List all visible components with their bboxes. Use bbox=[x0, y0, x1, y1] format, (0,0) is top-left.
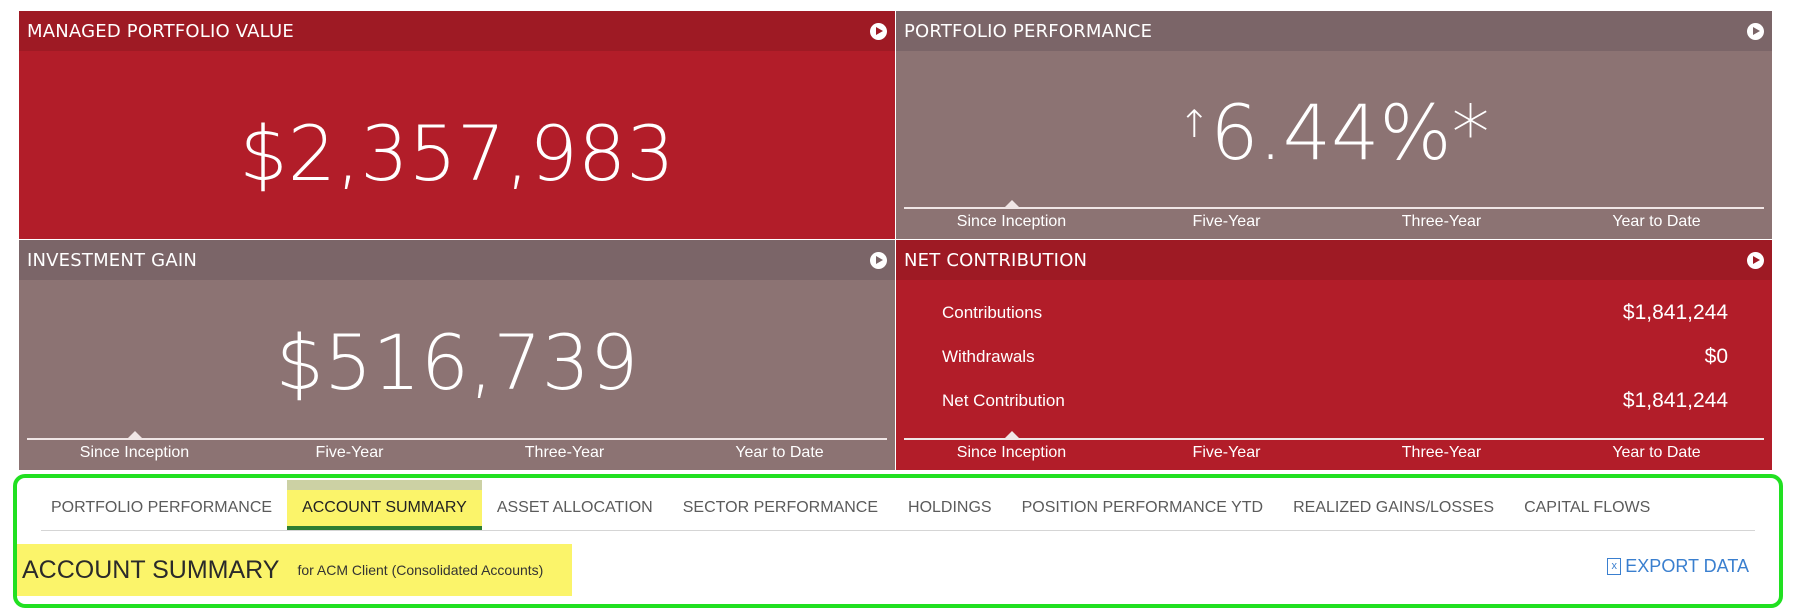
period-three-year[interactable]: Three-Year bbox=[1334, 209, 1549, 239]
investment-gain-tile: INVESTMENT GAIN $516,739 Since Inception… bbox=[19, 240, 895, 470]
tile-title: MANAGED PORTFOLIO VALUE bbox=[27, 20, 294, 42]
report-section: PORTFOLIO PERFORMANCE ACCOUNT SUMMARY AS… bbox=[13, 474, 1783, 608]
period-three-year[interactable]: Three-Year bbox=[457, 440, 672, 470]
tab-account-summary[interactable]: ACCOUNT SUMMARY bbox=[287, 480, 482, 530]
tile-header: NET CONTRIBUTION bbox=[896, 240, 1772, 280]
row-value: $0 bbox=[1704, 345, 1728, 368]
tile-title: NET CONTRIBUTION bbox=[904, 249, 1088, 271]
excel-file-icon: x bbox=[1607, 558, 1622, 575]
period-five-year[interactable]: Five-Year bbox=[1119, 209, 1334, 239]
period-since-inception[interactable]: Since Inception bbox=[27, 431, 242, 470]
period-year-to-date[interactable]: Year to Date bbox=[672, 440, 887, 470]
period-selector: Since Inception Five-Year Three-Year Yea… bbox=[27, 431, 887, 470]
row-label: Net Contribution bbox=[942, 391, 1065, 410]
period-selector: Since Inception Five-Year Three-Year Yea… bbox=[904, 431, 1764, 470]
tab-asset-allocation[interactable]: ASSET ALLOCATION bbox=[482, 490, 668, 530]
tile-title: PORTFOLIO PERFORMANCE bbox=[904, 20, 1153, 42]
period-since-inception[interactable]: Since Inception bbox=[904, 200, 1119, 239]
section-subtitle: for ACM Client (Consolidated Accounts) bbox=[297, 562, 544, 578]
period-five-year[interactable]: Five-Year bbox=[1119, 440, 1334, 470]
tabs-divider bbox=[41, 530, 1755, 531]
up-arrow-icon: ↑ bbox=[1178, 102, 1211, 146]
tab-sector-performance[interactable]: SECTOR PERFORMANCE bbox=[668, 490, 893, 530]
managed-portfolio-value-tile: MANAGED PORTFOLIO VALUE $2,357,983 bbox=[19, 11, 895, 239]
arrow-right-circle-icon[interactable] bbox=[870, 251, 887, 269]
tab-capital-flows[interactable]: CAPITAL FLOWS bbox=[1509, 490, 1665, 530]
tile-title: INVESTMENT GAIN bbox=[27, 249, 198, 271]
investment-gain-value: $516,739 bbox=[275, 318, 639, 407]
tile-header: MANAGED PORTFOLIO VALUE bbox=[19, 11, 895, 51]
contribution-row: Net Contribution $1,841,244 bbox=[942, 379, 1728, 423]
export-label: EXPORT DATA bbox=[1625, 556, 1749, 576]
arrow-right-circle-icon[interactable] bbox=[1747, 251, 1764, 269]
arrow-right-circle-icon[interactable] bbox=[870, 22, 887, 40]
period-since-inception[interactable]: Since Inception bbox=[904, 431, 1119, 470]
portfolio-performance-tile: PORTFOLIO PERFORMANCE ↑6.44%* Since Ince… bbox=[896, 11, 1772, 239]
tab-portfolio-performance[interactable]: PORTFOLIO PERFORMANCE bbox=[41, 490, 287, 530]
export-data-button[interactable]: x EXPORT DATA bbox=[1607, 556, 1749, 577]
tab-holdings[interactable]: HOLDINGS bbox=[893, 490, 1007, 530]
tile-header: INVESTMENT GAIN bbox=[19, 240, 895, 280]
row-label: Withdrawals bbox=[942, 347, 1035, 366]
period-year-to-date[interactable]: Year to Date bbox=[1549, 440, 1764, 470]
row-value: $1,841,244 bbox=[1622, 301, 1728, 324]
period-five-year[interactable]: Five-Year bbox=[242, 440, 457, 470]
tab-position-performance-ytd[interactable]: POSITION PERFORMANCE YTD bbox=[1007, 490, 1279, 530]
period-year-to-date[interactable]: Year to Date bbox=[1549, 209, 1764, 239]
arrow-right-circle-icon[interactable] bbox=[1747, 22, 1764, 40]
row-value: $1,841,244 bbox=[1622, 389, 1728, 412]
period-selector: Since Inception Five-Year Three-Year Yea… bbox=[904, 200, 1764, 239]
performance-value: 6.44%* bbox=[1210, 88, 1490, 177]
tab-realized-gains-losses[interactable]: REALIZED GAINS/LOSSES bbox=[1278, 490, 1509, 530]
report-tabs: PORTFOLIO PERFORMANCE ACCOUNT SUMMARY AS… bbox=[41, 480, 1665, 530]
performance-value-wrap: ↑6.44%* bbox=[896, 88, 1772, 177]
tile-header: PORTFOLIO PERFORMANCE bbox=[896, 11, 1772, 51]
section-header: ACCOUNT SUMMARY for ACM Client (Consolid… bbox=[17, 544, 572, 596]
contribution-row: Withdrawals $0 bbox=[942, 335, 1728, 379]
contribution-list: Contributions $1,841,244 Withdrawals $0 … bbox=[942, 291, 1728, 423]
managed-portfolio-value: $2,357,983 bbox=[239, 109, 675, 198]
row-label: Contributions bbox=[942, 303, 1043, 322]
period-three-year[interactable]: Three-Year bbox=[1334, 440, 1549, 470]
contribution-row: Contributions $1,841,244 bbox=[942, 291, 1728, 335]
net-contribution-tile: NET CONTRIBUTION Contributions $1,841,24… bbox=[896, 240, 1772, 470]
section-title: ACCOUNT SUMMARY bbox=[22, 555, 280, 584]
